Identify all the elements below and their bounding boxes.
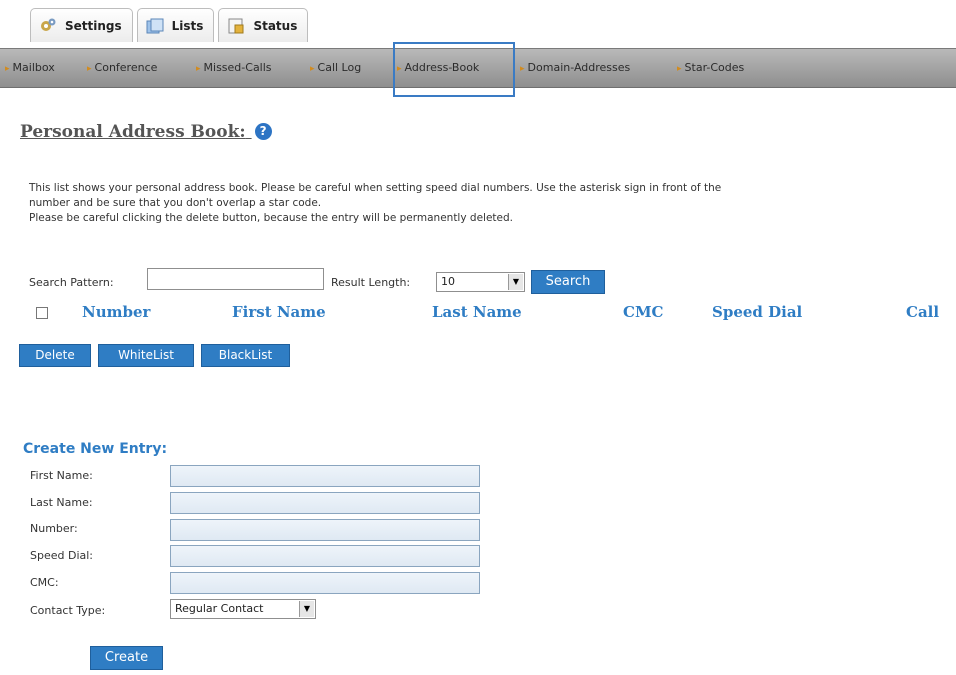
result-length-value: 10 — [441, 275, 455, 288]
selected-nav-highlight — [393, 42, 515, 97]
result-length-select[interactable]: 10 ▼ — [436, 272, 525, 292]
first-name-label: First Name: — [30, 469, 93, 482]
arrow-icon: ▸ — [87, 64, 92, 74]
search-pattern-input[interactable] — [147, 268, 324, 290]
subnav-label: Mailbox — [12, 61, 55, 74]
subnav-label: Call Log — [317, 61, 362, 74]
tab-lists[interactable]: Lists — [136, 8, 215, 42]
delete-button[interactable]: Delete — [19, 344, 91, 367]
description-line-1: This list shows your personal address bo… — [29, 182, 722, 194]
top-tab-bar: Settings Lists Status — [30, 8, 309, 44]
arrow-icon: ▸ — [677, 64, 682, 74]
subnav-item-star-codes[interactable]: ▸ Star-Codes — [677, 61, 744, 74]
help-icon[interactable]: ? — [254, 123, 272, 140]
search-pattern-label: Search Pattern: — [29, 276, 114, 289]
subnav-label: Conference — [94, 61, 158, 74]
search-button[interactable]: Search — [531, 270, 605, 294]
page-title: Personal Address Book: ? — [20, 122, 272, 142]
tab-lists-label: Lists — [171, 18, 204, 33]
blacklist-button[interactable]: BlackList — [201, 344, 290, 367]
page-title-text: Personal Address Book: — [20, 122, 246, 142]
contact-type-label: Contact Type: — [30, 604, 106, 617]
column-header-last-name[interactable]: Last Name — [432, 303, 522, 321]
select-all-checkbox[interactable] — [36, 307, 48, 319]
cmc-input[interactable] — [170, 572, 480, 594]
settings-icon — [39, 17, 57, 35]
subnav-item-conference[interactable]: ▸ Conference — [87, 61, 157, 74]
subnav-item-domain-addresses[interactable]: ▸ Domain-Addresses — [520, 61, 630, 74]
column-header-speed-dial[interactable]: Speed Dial — [712, 303, 802, 321]
arrow-icon: ▸ — [520, 64, 525, 74]
chevron-down-icon: ▼ — [508, 274, 523, 290]
whitelist-button[interactable]: WhiteList — [98, 344, 194, 367]
subnav-item-missed-calls[interactable]: ▸ Missed-Calls — [196, 61, 272, 74]
create-button[interactable]: Create — [90, 646, 163, 670]
chevron-down-icon: ▼ — [299, 601, 314, 617]
arrow-icon: ▸ — [196, 64, 201, 74]
description-line-3: Please be careful clicking the delete bu… — [29, 212, 513, 224]
arrow-icon: ▸ — [310, 64, 315, 74]
tab-status[interactable]: Status — [218, 8, 309, 42]
last-name-input[interactable] — [170, 492, 480, 514]
result-length-label: Result Length: — [331, 276, 411, 289]
subnav-label: Domain-Addresses — [527, 61, 631, 74]
last-name-label: Last Name: — [30, 496, 93, 509]
tab-settings[interactable]: Settings — [30, 8, 133, 42]
first-name-input[interactable] — [170, 465, 480, 487]
number-input[interactable] — [170, 519, 480, 541]
contact-type-select[interactable]: Regular Contact ▼ — [170, 599, 316, 619]
lists-icon — [146, 17, 164, 35]
description-line-2: number and be sure that you don't overla… — [29, 197, 322, 209]
subnav-item-call-log[interactable]: ▸ Call Log — [310, 61, 361, 74]
subnav-label: Missed-Calls — [203, 61, 272, 74]
number-label: Number: — [30, 522, 78, 535]
status-icon — [227, 17, 245, 35]
column-header-call[interactable]: Call — [906, 303, 939, 321]
tab-settings-label: Settings — [65, 18, 122, 33]
column-header-cmc[interactable]: CMC — [623, 303, 663, 321]
tab-status-label: Status — [253, 18, 298, 33]
subnav-label: Star-Codes — [684, 61, 745, 74]
contact-type-value: Regular Contact — [175, 602, 264, 615]
create-entry-title: Create New Entry: — [23, 441, 168, 457]
cmc-label: CMC: — [30, 576, 59, 589]
speed-dial-label: Speed Dial: — [30, 549, 94, 562]
column-header-number[interactable]: Number — [82, 303, 150, 321]
subnav-item-mailbox[interactable]: ▸ Mailbox — [5, 61, 55, 74]
column-header-first-name[interactable]: First Name — [232, 303, 326, 321]
speed-dial-input[interactable] — [170, 545, 480, 567]
arrow-icon: ▸ — [5, 64, 10, 74]
